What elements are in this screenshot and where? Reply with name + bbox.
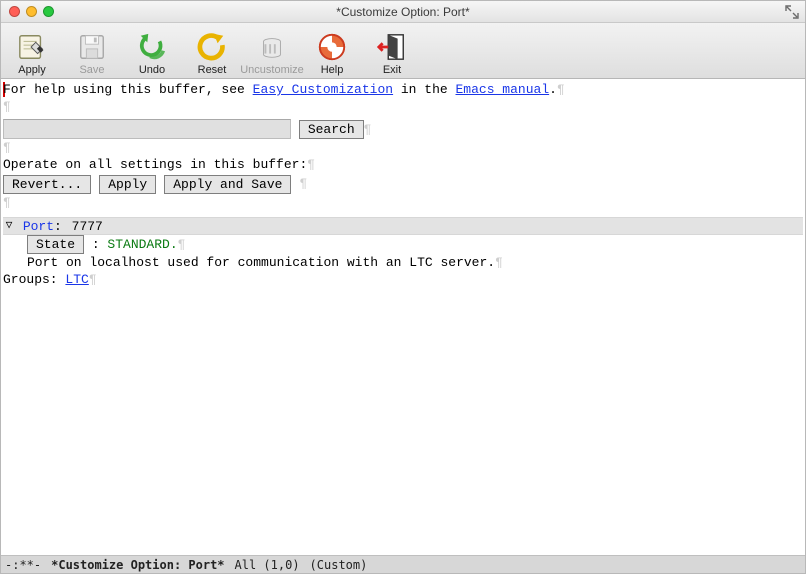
uncustomize-toolbar-button[interactable]: Uncustomize xyxy=(247,24,297,76)
emacs-manual-link[interactable]: Emacs manual xyxy=(456,82,550,97)
state-value: STANDARD. xyxy=(107,236,177,253)
reset-icon xyxy=(196,31,228,63)
exit-toolbar-button[interactable]: Exit xyxy=(367,24,417,76)
help-toolbar-button[interactable]: Help xyxy=(307,24,357,76)
operate-line: Operate on all settings in this buffer:¶ xyxy=(3,156,803,173)
pilcrow-icon: ¶ xyxy=(495,255,503,270)
groups-line: Groups: LTC¶ xyxy=(3,271,803,288)
help-mid: in the xyxy=(393,82,455,97)
undo-icon xyxy=(136,31,168,63)
exit-icon xyxy=(376,31,408,63)
pilcrow-icon: ¶ xyxy=(178,236,186,253)
modeline-mode: (Custom) xyxy=(310,558,368,572)
pilcrow-icon: ¶ xyxy=(364,121,372,138)
easy-customization-link[interactable]: Easy Customization xyxy=(253,82,393,97)
window-title: *Customize Option: Port* xyxy=(1,5,805,19)
search-input[interactable] xyxy=(3,119,291,139)
apply-button[interactable]: Apply xyxy=(99,175,156,194)
apply-save-button[interactable]: Apply and Save xyxy=(164,175,291,194)
pilcrow-icon: ¶ xyxy=(557,82,565,97)
reset-label: Reset xyxy=(198,64,227,76)
window: *Customize Option: Port* Apply Save Undo xyxy=(0,0,806,574)
group-link[interactable]: LTC xyxy=(65,272,88,287)
uncustomize-label: Uncustomize xyxy=(240,64,304,76)
groups-label: Groups: xyxy=(3,272,65,287)
search-row: Search ¶ xyxy=(3,119,803,139)
save-toolbar-button[interactable]: Save xyxy=(67,24,117,76)
exit-label: Exit xyxy=(383,64,401,76)
pilcrow-icon: ¶ xyxy=(89,272,97,287)
apply-icon xyxy=(16,31,48,63)
pilcrow-icon: ¶ xyxy=(299,175,307,194)
button-row: Revert... Apply Apply and Save ¶ xyxy=(3,175,803,194)
state-button[interactable]: State xyxy=(27,235,84,254)
help-icon xyxy=(316,31,348,63)
modeline-buffer: *Customize Option: Port* xyxy=(51,558,224,572)
search-button[interactable]: Search xyxy=(299,120,364,139)
fullscreen-icon[interactable] xyxy=(785,5,799,19)
state-row: State : STANDARD. ¶ xyxy=(27,235,803,254)
pilcrow-icon: ¶ xyxy=(307,157,315,172)
toolbar: Apply Save Undo Reset Uncustomize xyxy=(1,23,805,79)
option-description: Port on localhost used for communication… xyxy=(27,254,803,271)
reset-toolbar-button[interactable]: Reset xyxy=(187,24,237,76)
pilcrow-icon: ¶ xyxy=(3,99,11,114)
undo-label: Undo xyxy=(139,64,165,76)
disclosure-triangle-icon[interactable]: ▽ xyxy=(3,218,15,235)
help-line: For help using this buffer, see Easy Cus… xyxy=(3,81,803,98)
mode-line: -:**- *Customize Option: Port* All (1,0)… xyxy=(1,555,805,573)
help-prefix: For help using this buffer, see xyxy=(3,82,253,97)
save-icon xyxy=(76,31,108,63)
help-suffix: . xyxy=(549,82,557,97)
pilcrow-icon: ¶ xyxy=(3,140,11,155)
revert-button[interactable]: Revert... xyxy=(3,175,91,194)
apply-label: Apply xyxy=(18,64,46,76)
modeline-position: All (1,0) xyxy=(235,558,300,572)
apply-toolbar-button[interactable]: Apply xyxy=(7,24,57,76)
help-label: Help xyxy=(321,64,344,76)
option-value-input[interactable] xyxy=(70,219,130,234)
save-label: Save xyxy=(79,64,104,76)
option-name: Port xyxy=(23,218,54,235)
option-header[interactable]: ▽ Port: xyxy=(3,217,803,235)
uncustomize-icon xyxy=(256,31,288,63)
undo-toolbar-button[interactable]: Undo xyxy=(127,24,177,76)
buffer-content: For help using this buffer, see Easy Cus… xyxy=(1,79,805,555)
titlebar: *Customize Option: Port* xyxy=(1,1,805,23)
pilcrow-icon: ¶ xyxy=(3,195,11,210)
modeline-flags: -:**- xyxy=(5,558,41,572)
